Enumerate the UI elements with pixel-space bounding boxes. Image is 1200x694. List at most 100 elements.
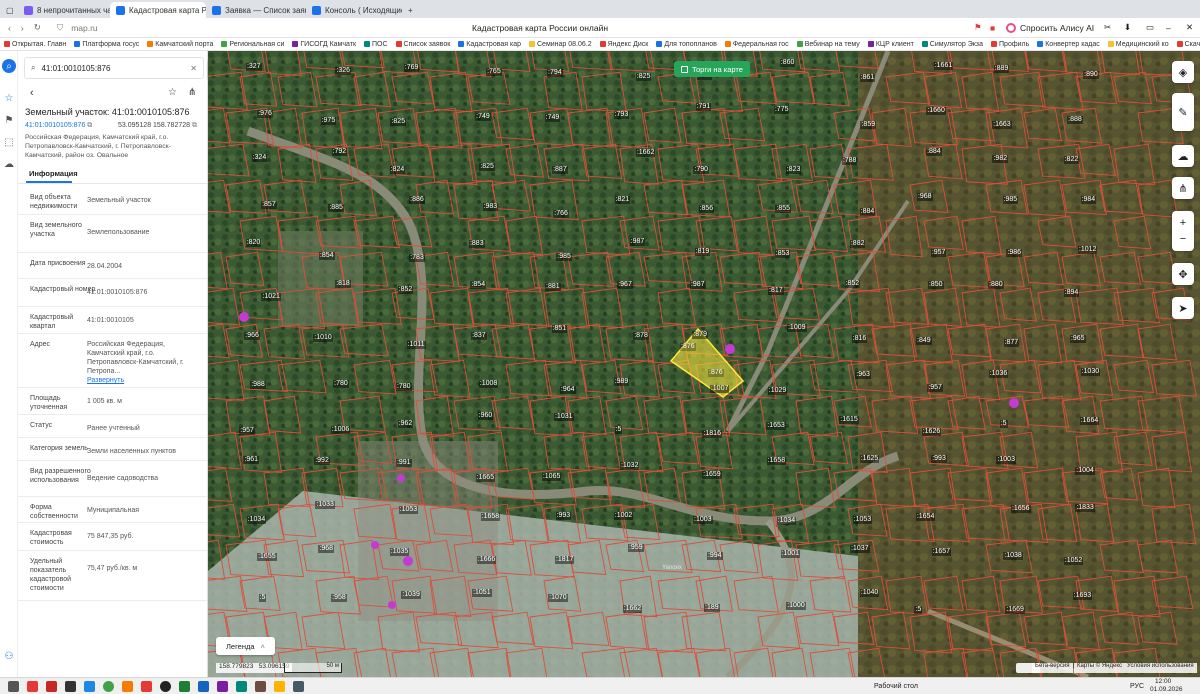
parcel-label[interactable]: :1003: [693, 516, 713, 525]
parcel-label[interactable]: :765: [486, 67, 502, 76]
app-icon[interactable]: [46, 680, 57, 692]
parcel-label[interactable]: :1660: [926, 106, 946, 115]
parcel-label[interactable]: :1040: [859, 589, 880, 598]
map-view[interactable]: :327:326:769:765:794:825:826:860:861:166…: [208, 51, 1200, 677]
app-icon[interactable]: [65, 680, 76, 692]
parcel-label[interactable]: :993: [555, 511, 572, 520]
bookmark-item[interactable]: Список заявок: [395, 41, 450, 48]
parcel-label[interactable]: :1007: [709, 385, 730, 394]
parcel-label[interactable]: :854: [318, 252, 335, 261]
tab-cadastral-map[interactable]: Кадастровая карта Ро ✕: [110, 2, 206, 18]
parcel-label[interactable]: :818: [335, 279, 351, 288]
parcel-label[interactable]: :963: [855, 371, 871, 380]
parcel-label[interactable]: :961: [243, 456, 260, 465]
tab-list-button[interactable]: ▢: [0, 2, 18, 18]
parcel-label[interactable]: :877: [1003, 339, 1020, 348]
parcel-label[interactable]: :965: [1069, 334, 1086, 343]
parcel-label[interactable]: :1051: [472, 589, 492, 598]
parcel-label[interactable]: :749: [544, 114, 561, 123]
parcel-label[interactable]: :854: [470, 280, 487, 289]
excel-icon[interactable]: [179, 680, 190, 692]
bookmark-item[interactable]: Платформа госус: [74, 41, 139, 48]
draw-tools[interactable]: ✎: [1172, 93, 1194, 131]
bookmark-item[interactable]: ГИСОГД Камчатк: [292, 41, 356, 48]
parcel-label[interactable]: :994: [706, 551, 723, 560]
zoom-out-icon[interactable]: −: [1180, 233, 1186, 245]
url-field[interactable]: map.ru: [71, 23, 97, 33]
parcel-label[interactable]: :885: [328, 203, 344, 212]
parcel-label[interactable]: :857: [261, 200, 277, 209]
parcel-label[interactable]: :879: [692, 331, 708, 340]
bookmark-item[interactable]: ПОС: [364, 41, 388, 48]
parcel-label[interactable]: :1010: [313, 333, 333, 342]
copy-icon[interactable]: ⧉: [87, 122, 92, 129]
app-icon[interactable]: [217, 680, 228, 692]
pencil-icon[interactable]: ✎: [1178, 106, 1187, 119]
parcel-label[interactable]: :982: [992, 155, 1009, 164]
back-icon[interactable]: ‹: [8, 23, 11, 33]
marker[interactable]: [388, 601, 396, 609]
bookmark-item[interactable]: Конвертер кадас: [1037, 41, 1100, 48]
satellite-map[interactable]: [208, 51, 1200, 677]
parcel-label[interactable]: :1006: [330, 425, 351, 434]
parcel-label[interactable]: :837: [471, 331, 487, 340]
parcel-label[interactable]: :989: [613, 378, 630, 387]
share-map-icon[interactable]: ⋔: [1172, 177, 1194, 199]
parcel-label[interactable]: :1653: [766, 422, 786, 431]
app-icon[interactable]: [255, 680, 266, 692]
parcel-label[interactable]: :326: [335, 66, 352, 75]
app-icon[interactable]: [141, 680, 152, 692]
parcel-label[interactable]: :993: [931, 455, 947, 464]
cloud-rail-icon[interactable]: ☁: [2, 157, 16, 171]
search-input[interactable]: 41:01:0010105:876: [41, 64, 184, 73]
parcel-label[interactable]: :852: [397, 286, 414, 295]
forward-icon[interactable]: ›: [21, 23, 24, 33]
parcel-label[interactable]: :1662: [622, 604, 643, 613]
parcel-label[interactable]: :984: [1080, 196, 1097, 205]
parcel-label[interactable]: :1021: [261, 293, 281, 302]
parcel-label[interactable]: :1029: [767, 386, 788, 395]
parcel-label[interactable]: :968: [318, 544, 335, 553]
parcel-label[interactable]: :853: [774, 249, 791, 258]
parcel-label[interactable]: :1816: [702, 429, 722, 438]
bookmark-item[interactable]: Яндекс Диск: [599, 41, 648, 48]
parcel-label[interactable]: :1663: [992, 120, 1012, 129]
bookmark-item[interactable]: Региональная си: [221, 41, 284, 48]
parcel-label[interactable]: :1039: [401, 590, 421, 599]
area-rail-icon[interactable]: ⬚: [2, 135, 16, 149]
layers-icon[interactable]: ◈: [1172, 61, 1194, 83]
marker[interactable]: [397, 474, 405, 482]
parcel-label[interactable]: :189: [704, 604, 720, 613]
parcel-label[interactable]: :957: [239, 426, 255, 435]
back-arrow-icon[interactable]: ‹: [30, 87, 34, 99]
parcel-label[interactable]: :824: [389, 165, 406, 174]
parcel-label[interactable]: :825: [390, 117, 407, 126]
parcel-label[interactable]: :1666: [476, 555, 497, 564]
search-rail-icon[interactable]: ⌕: [2, 59, 16, 73]
parcel-label[interactable]: :957: [927, 384, 943, 393]
parcel-label[interactable]: :894: [1063, 289, 1080, 298]
parcel-label[interactable]: :859: [860, 121, 877, 130]
parcel-label[interactable]: :327: [245, 63, 262, 72]
parcel-label[interactable]: :1035: [389, 547, 410, 556]
calculator-icon[interactable]: [8, 680, 19, 692]
move-icon[interactable]: ✥: [1172, 263, 1194, 285]
parcel-label[interactable]: :986: [1006, 248, 1023, 257]
parcel-label[interactable]: :1033: [315, 501, 335, 510]
parcel-label[interactable]: :5: [258, 593, 267, 602]
marker[interactable]: [725, 344, 735, 354]
bookmark-item[interactable]: Камчатский порта: [147, 41, 213, 48]
parcel-label[interactable]: :1034: [776, 517, 797, 525]
parcel-label[interactable]: :882: [849, 239, 866, 248]
word-icon[interactable]: [198, 680, 209, 692]
close-window-icon[interactable]: ✕: [1186, 22, 1193, 33]
parcel-label[interactable]: :749: [475, 113, 491, 122]
parcel-label[interactable]: :823: [785, 166, 802, 175]
parcel-label[interactable]: :1693: [1072, 591, 1093, 600]
parcel-label[interactable]: :983: [482, 202, 499, 211]
tab-request-list[interactable]: Заявка — Список заявок: [206, 2, 306, 18]
tab-messenger[interactable]: 8 непрочитанных чатов: [18, 2, 110, 18]
parcel-label[interactable]: :1037: [849, 545, 870, 554]
parcel-label[interactable]: :793: [613, 110, 630, 119]
parcel-label[interactable]: :888: [1067, 116, 1083, 125]
